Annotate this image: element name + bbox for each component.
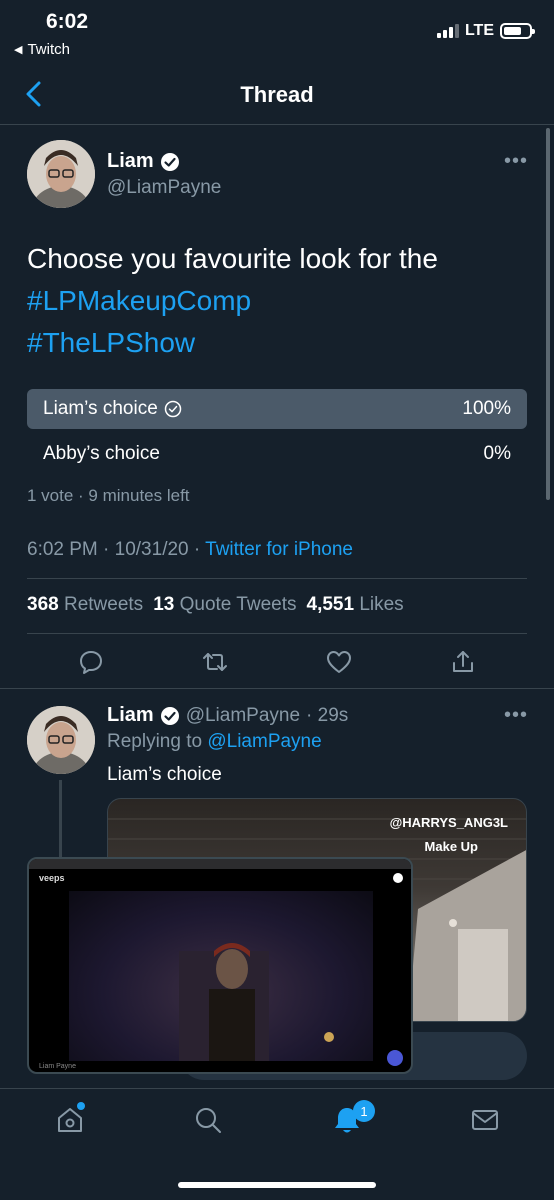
retweets-label: Retweets: [63, 594, 144, 615]
mail-icon: [472, 1110, 498, 1130]
author-block[interactable]: Liam @LiamPayne: [107, 150, 221, 199]
pip-user-icon: [393, 873, 403, 883]
home-new-dot: [77, 1102, 85, 1110]
reply-header[interactable]: Liam @LiamPayne · 29s: [107, 704, 348, 727]
page-title: Thread: [240, 82, 314, 107]
pip-site-label: veeps: [39, 873, 65, 883]
reply-author-handle: @LiamPayne: [185, 704, 301, 726]
likes-stat[interactable]: 4,551 Likes: [307, 594, 404, 616]
back-triangle-icon: ◀: [14, 44, 23, 56]
poll-option-label: Abby’s choice: [43, 443, 160, 464]
home-indicator: [178, 1182, 376, 1188]
notifications-badge: 1: [353, 1100, 375, 1122]
tweet-timestamp: 6:02 PM · 10/31/20 · Twitter for iPhone: [27, 539, 353, 561]
tweet-text: Choose you favourite look for the #LPMak…: [27, 238, 527, 364]
share-icon[interactable]: [449, 648, 477, 676]
media-overlay-caption: Make Up: [424, 839, 478, 854]
pip-caption: Liam Payne: [39, 1063, 76, 1070]
signal-icon: [436, 24, 459, 38]
more-options-icon[interactable]: •••: [504, 150, 528, 173]
author-name: Liam: [107, 150, 154, 172]
pip-video-frame: [69, 891, 373, 1061]
quotes-label: Quote Tweets: [179, 594, 297, 615]
replying-to-link[interactable]: @LiamPayne: [207, 731, 321, 752]
retweet-icon[interactable]: [201, 648, 229, 676]
poll-option-label: Liam’s choice: [43, 398, 158, 419]
pip-browser-bar: [29, 859, 411, 869]
reply-time: · 29s: [306, 704, 349, 726]
status-time: 6:02: [46, 10, 89, 33]
status-indicators: LTE: [436, 22, 535, 40]
replying-to: Replying to @LiamPayne: [107, 731, 322, 753]
back-app-label: Twitch: [27, 41, 70, 58]
likes-label: Likes: [359, 594, 404, 615]
quotes-stat[interactable]: 13 Quote Tweets: [153, 594, 296, 616]
poll-option-winner: Liam’s choice 100%: [27, 389, 527, 429]
actions-divider: [27, 633, 527, 634]
reply-more-options-icon[interactable]: •••: [504, 704, 528, 727]
timestamp-text: 6:02 PM · 10/31/20 ·: [27, 539, 206, 560]
hashtag-link[interactable]: #LPMakeupComp: [27, 280, 527, 322]
verified-badge-icon: [160, 706, 179, 725]
reply-author-name: Liam: [107, 704, 154, 726]
network-label: LTE: [464, 22, 494, 39]
replying-prefix: Replying to: [107, 731, 208, 752]
hashtag-link[interactable]: #TheLPShow: [27, 322, 527, 364]
poll-meta: 1 vote · 9 minutes left: [27, 486, 190, 505]
tweet-stats: 368 Retweets 13 Quote Tweets 4,551 Likes: [27, 594, 404, 616]
tweet-body: Choose you favourite look for the: [27, 243, 438, 274]
quotes-count: 13: [153, 594, 175, 615]
reply-icon[interactable]: [77, 648, 105, 676]
retweets-count: 368: [27, 594, 59, 615]
pip-video-window[interactable]: veeps Liam Payne: [27, 857, 413, 1074]
tab-messages[interactable]: [469, 1104, 501, 1136]
check-circle-icon: [164, 400, 182, 418]
battery-icon: [500, 23, 535, 39]
back-to-app[interactable]: ◀ Twitch: [14, 41, 70, 58]
source-link[interactable]: Twitter for iPhone: [205, 539, 353, 560]
like-heart-icon[interactable]: [325, 648, 353, 676]
likes-count: 4,551: [306, 594, 355, 615]
scrollbar[interactable]: [546, 128, 550, 500]
tab-search[interactable]: [192, 1104, 224, 1136]
stats-divider: [27, 578, 527, 579]
nav-divider: [0, 124, 554, 125]
reply-text: Liam’s choice: [107, 764, 222, 785]
poll-option-percent: 100%: [462, 398, 511, 419]
avatar[interactable]: [27, 140, 95, 208]
reply-avatar[interactable]: [27, 706, 95, 774]
poll-option-percent: 0%: [483, 443, 511, 464]
reply-divider: [0, 688, 554, 689]
thread-connector: [59, 780, 62, 860]
verified-badge-icon: [160, 152, 179, 171]
retweets-stat[interactable]: 368 Retweets: [27, 594, 143, 616]
media-overlay-handle: @HARRYS_ANG3L: [389, 815, 508, 830]
poll-option: Abby’s choice 0%: [27, 434, 527, 474]
author-handle: @LiamPayne: [107, 177, 222, 198]
pip-chat-icon[interactable]: [387, 1050, 403, 1066]
search-icon: [196, 1108, 221, 1133]
